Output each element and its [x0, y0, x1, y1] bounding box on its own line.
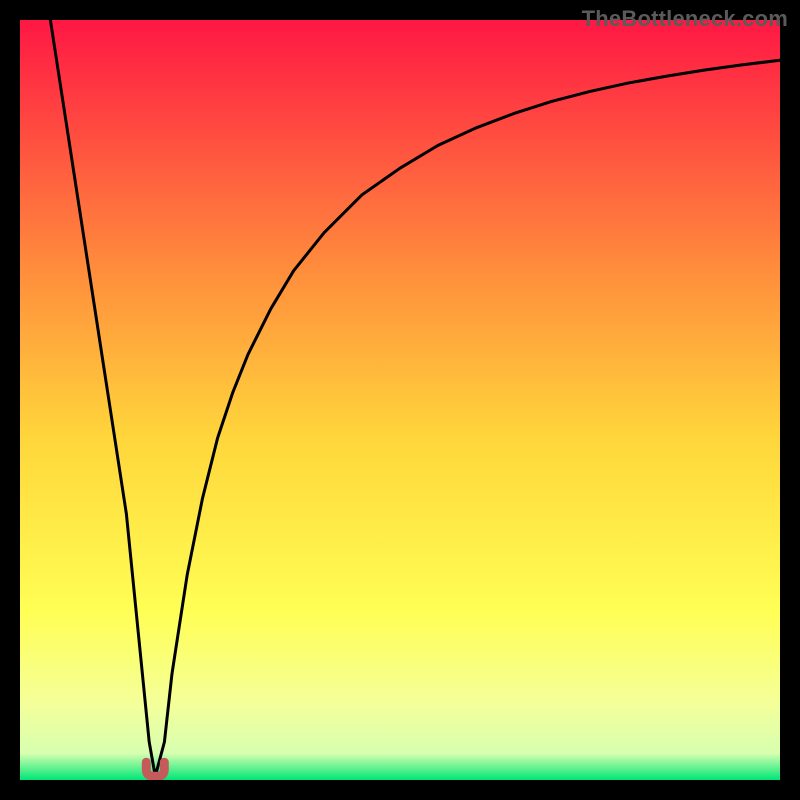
plot-area [20, 20, 780, 780]
gradient-background [20, 20, 780, 780]
plot-svg [20, 20, 780, 780]
chart-frame: TheBottleneck.com [0, 0, 800, 800]
watermark-text: TheBottleneck.com [582, 6, 788, 32]
